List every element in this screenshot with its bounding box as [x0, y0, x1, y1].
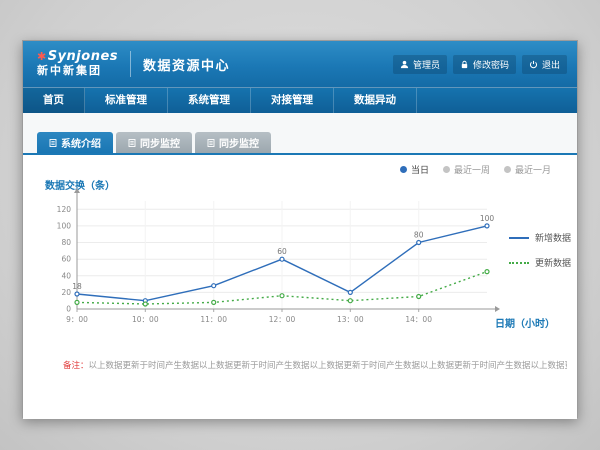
chart-x-axis-title: 日期（小时）	[495, 315, 555, 330]
svg-text:10：00: 10：00	[132, 315, 159, 324]
app-header: ✱Synjones 新中新集团 数据资源中心 管理员 修改密码 退出	[23, 41, 577, 87]
logo-mark-icon: ✱	[37, 50, 47, 63]
nav-item-standard-mgmt[interactable]: 标准管理	[85, 88, 168, 113]
user-icon	[400, 60, 409, 69]
nav-item-connect-mgmt[interactable]: 对接管理	[251, 88, 334, 113]
filter-last-week-label: 最近一周	[454, 163, 490, 176]
svg-text:14：00: 14：00	[405, 315, 432, 324]
tab-sync-monitor-2[interactable]: 同步监控	[195, 132, 271, 153]
nav-item-home[interactable]: 首页	[23, 88, 85, 113]
svg-text:40: 40	[61, 271, 71, 280]
filter-last-month-label: 最近一月	[515, 163, 551, 176]
svg-text:100: 100	[480, 214, 495, 223]
lock-icon	[460, 60, 469, 69]
line-chart: 0 20 40 60 80 100 120 9：00 10：00 11：00 12：00 13：00 1…	[41, 185, 503, 335]
change-password-label: 修改密码	[473, 58, 509, 71]
header-actions: 管理员 修改密码 退出	[393, 55, 567, 74]
svg-text:120: 120	[57, 205, 72, 214]
company-name: 新中新集团	[37, 64, 118, 78]
range-filter-legend: 当日 最近一周 最近一月	[400, 163, 551, 176]
svg-text:20: 20	[61, 288, 71, 297]
logo: ✱Synjones 新中新集团	[37, 50, 118, 78]
solid-line-icon	[509, 237, 529, 239]
svg-text:13：00: 13：00	[337, 315, 364, 324]
svg-text:80: 80	[61, 238, 71, 247]
nav-item-data-change[interactable]: 数据异动	[334, 88, 417, 113]
footnote-label: 备注：	[63, 361, 89, 371]
filter-today-label: 当日	[411, 163, 429, 176]
change-password-button[interactable]: 修改密码	[453, 55, 516, 74]
dot-icon	[400, 166, 407, 173]
legend-new-data-label: 新增数据	[535, 231, 571, 244]
svg-text:9：00: 9：00	[66, 315, 88, 324]
document-icon	[49, 139, 57, 147]
tab-strip: 系统介绍 同步监控 同步监控	[23, 113, 577, 153]
nav-item-system-mgmt[interactable]: 系统管理	[168, 88, 251, 113]
main-nav: 首页 标准管理 系统管理 对接管理 数据异动	[23, 87, 577, 113]
tab-system-intro[interactable]: 系统介绍	[37, 132, 113, 153]
svg-text:60: 60	[277, 247, 287, 256]
header-divider	[130, 51, 131, 77]
page-title: 数据资源中心	[143, 55, 230, 74]
document-icon	[128, 139, 136, 147]
logout-label: 退出	[542, 58, 560, 71]
content-panel: 当日 最近一周 最近一月 数据交换（条） 0204060801001209：00…	[23, 155, 577, 419]
app-window: ✱Synjones 新中新集团 数据资源中心 管理员 修改密码 退出	[22, 40, 578, 418]
svg-text:11：00: 11：00	[200, 315, 227, 324]
legend-new-data[interactable]: 新增数据	[509, 231, 571, 244]
svg-text:80: 80	[414, 231, 424, 240]
logout-button[interactable]: 退出	[522, 55, 567, 74]
document-icon	[207, 139, 215, 147]
tab-sync-monitor-2-label: 同步监控	[219, 135, 259, 150]
footnote-text: 以上数据更新于时间产生数据以上数据更新于时间产生数据以上数据更新于时间产生数据以…	[89, 361, 567, 371]
dotted-line-icon	[509, 262, 529, 264]
tab-sync-monitor-1[interactable]: 同步监控	[116, 132, 192, 153]
admin-button-label: 管理员	[413, 58, 440, 71]
dot-icon	[443, 166, 450, 173]
filter-last-month[interactable]: 最近一月	[504, 163, 551, 176]
dot-icon	[504, 166, 511, 173]
filter-last-week[interactable]: 最近一周	[443, 163, 490, 176]
filter-today[interactable]: 当日	[400, 163, 429, 176]
footnote: 备注：以上数据更新于时间产生数据以上数据更新于时间产生数据以上数据更新于时间产生…	[63, 359, 567, 371]
brand-name: ✱Synjones	[37, 50, 118, 64]
legend-update-data-label: 更新数据	[535, 256, 571, 269]
svg-text:18: 18	[72, 282, 82, 291]
tab-system-intro-label: 系统介绍	[61, 135, 101, 150]
svg-text:0: 0	[66, 305, 71, 314]
svg-text:12：00: 12：00	[269, 315, 296, 324]
power-icon	[529, 60, 538, 69]
brand-text: Synjones	[48, 49, 118, 64]
svg-text:60: 60	[61, 255, 71, 264]
tab-sync-monitor-1-label: 同步监控	[140, 135, 180, 150]
legend-update-data[interactable]: 更新数据	[509, 256, 571, 269]
series-legend: 新增数据 更新数据	[509, 231, 571, 281]
svg-text:100: 100	[57, 221, 72, 230]
admin-button[interactable]: 管理员	[393, 55, 447, 74]
